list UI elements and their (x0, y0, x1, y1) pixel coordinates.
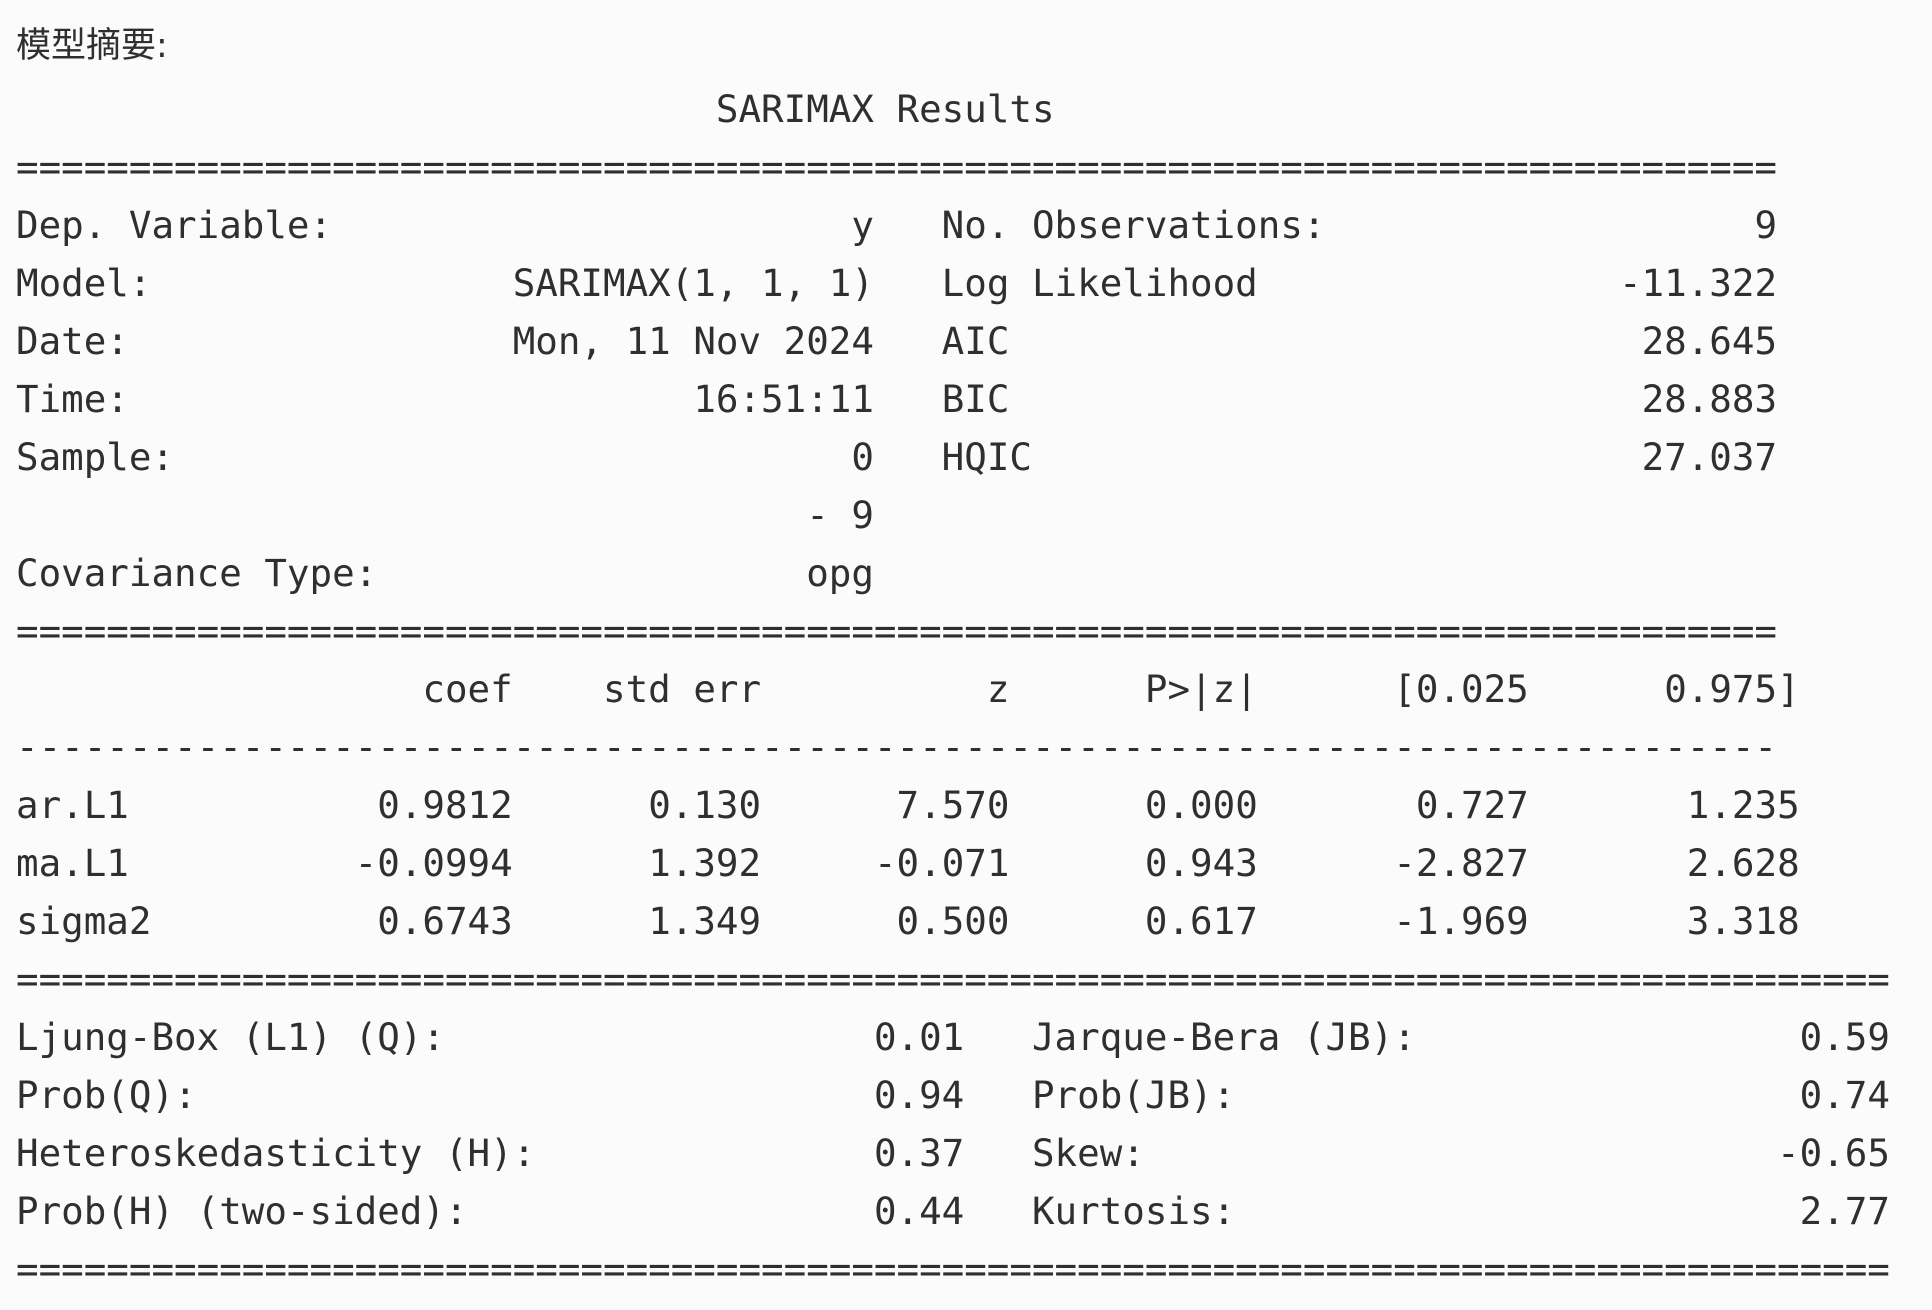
summary-caption: 模型摘要: (16, 26, 168, 66)
info-label: Dep. Variable: (16, 203, 333, 247)
coef-cell: 0.727 (1415, 783, 1529, 827)
rule-double-long: ========================================… (16, 1247, 1890, 1291)
diag-label: Jarque-Bera (JB): (1031, 1015, 1416, 1059)
info-label: Sample: (16, 435, 175, 479)
info-value: 9 (1754, 203, 1778, 247)
info-label: BIC (941, 377, 1010, 421)
info-value: 0 (851, 435, 874, 479)
coef-cell: 1.349 (648, 899, 762, 943)
info-value: y (851, 203, 874, 247)
coef-cell: 0.617 (1144, 899, 1258, 943)
coef-cell: 0.000 (1144, 783, 1258, 827)
coef-cell: 0.6743 (377, 899, 513, 943)
info-value: - 9 (806, 493, 874, 537)
rule-double-long: ========================================… (16, 957, 1890, 1001)
rule-dash: ----------------------------------------… (16, 725, 1777, 769)
info-label: Covariance Type: (16, 551, 378, 595)
info-label: Date: (16, 319, 129, 363)
info-label: Model: (16, 261, 152, 305)
info-label: AIC (941, 319, 1010, 363)
coef-cell: 3.318 (1686, 899, 1800, 943)
coef-table-header: [0.025 (1393, 667, 1529, 711)
info-label: No. Observations: (941, 203, 1326, 247)
diag-value: 0.94 (873, 1073, 965, 1117)
rule-double: ========================================… (16, 609, 1777, 653)
info-value: 28.645 (1641, 319, 1778, 363)
coef-table-header: z (986, 667, 1010, 711)
info-value: SARIMAX(1, 1, 1) (512, 261, 874, 305)
info-value: 16:51:11 (693, 377, 874, 421)
coef-cell: 0.130 (648, 783, 762, 827)
info-label: Time: (16, 377, 129, 421)
info-value: 28.883 (1641, 377, 1778, 421)
coef-table-header: std err (603, 667, 762, 711)
info-label: HQIC (941, 435, 1032, 479)
coef-cell: 2.628 (1686, 841, 1800, 885)
coef-row-name: sigma2 (16, 899, 152, 943)
coef-cell: -0.071 (873, 841, 1010, 885)
sarimax-results-report: SARIMAX Results ========================… (16, 80, 1890, 1298)
diag-label: Prob(H) (two-sided): (16, 1189, 468, 1233)
coef-table-header: P>|z| (1144, 667, 1258, 711)
results-title: SARIMAX Results (715, 87, 1055, 131)
diag-value: 0.01 (873, 1015, 965, 1059)
info-label: Log Likelihood (941, 261, 1258, 305)
coef-row-name: ma.L1 (16, 841, 129, 885)
diag-value: 2.77 (1799, 1189, 1890, 1233)
diag-label: Kurtosis: (1031, 1189, 1236, 1233)
diag-label: Prob(Q): (16, 1073, 197, 1117)
coef-row-name: ar.L1 (16, 783, 129, 827)
diag-label: Heteroskedasticity (H): (16, 1131, 536, 1175)
coef-cell: 1.235 (1686, 783, 1800, 827)
diag-label: Skew: (1031, 1131, 1145, 1175)
coef-cell: 0.9812 (377, 783, 513, 827)
diag-value: -0.65 (1777, 1131, 1890, 1175)
coef-cell: 1.392 (648, 841, 762, 885)
diag-label: Ljung-Box (L1) (Q): (16, 1015, 445, 1059)
info-value: Mon, 11 Nov 2024 (512, 319, 874, 363)
diag-value: 0.59 (1799, 1015, 1890, 1059)
coef-cell: -2.827 (1393, 841, 1529, 885)
coef-cell: -1.969 (1393, 899, 1529, 943)
coef-cell: 7.570 (896, 783, 1010, 827)
diag-label: Prob(JB): (1031, 1073, 1236, 1117)
coef-table-header: 0.975] (1664, 667, 1800, 711)
coef-cell: -0.0994 (354, 841, 513, 885)
coef-cell: 0.500 (896, 899, 1010, 943)
diag-value: 0.44 (873, 1189, 965, 1233)
coef-table-header: coef (422, 667, 513, 711)
info-value: -11.322 (1618, 261, 1778, 305)
info-value: 27.037 (1641, 435, 1778, 479)
rule-double: ========================================… (16, 145, 1777, 189)
diag-value: 0.37 (873, 1131, 965, 1175)
info-value: opg (806, 551, 874, 595)
diag-value: 0.74 (1799, 1073, 1890, 1117)
coef-cell: 0.943 (1144, 841, 1258, 885)
